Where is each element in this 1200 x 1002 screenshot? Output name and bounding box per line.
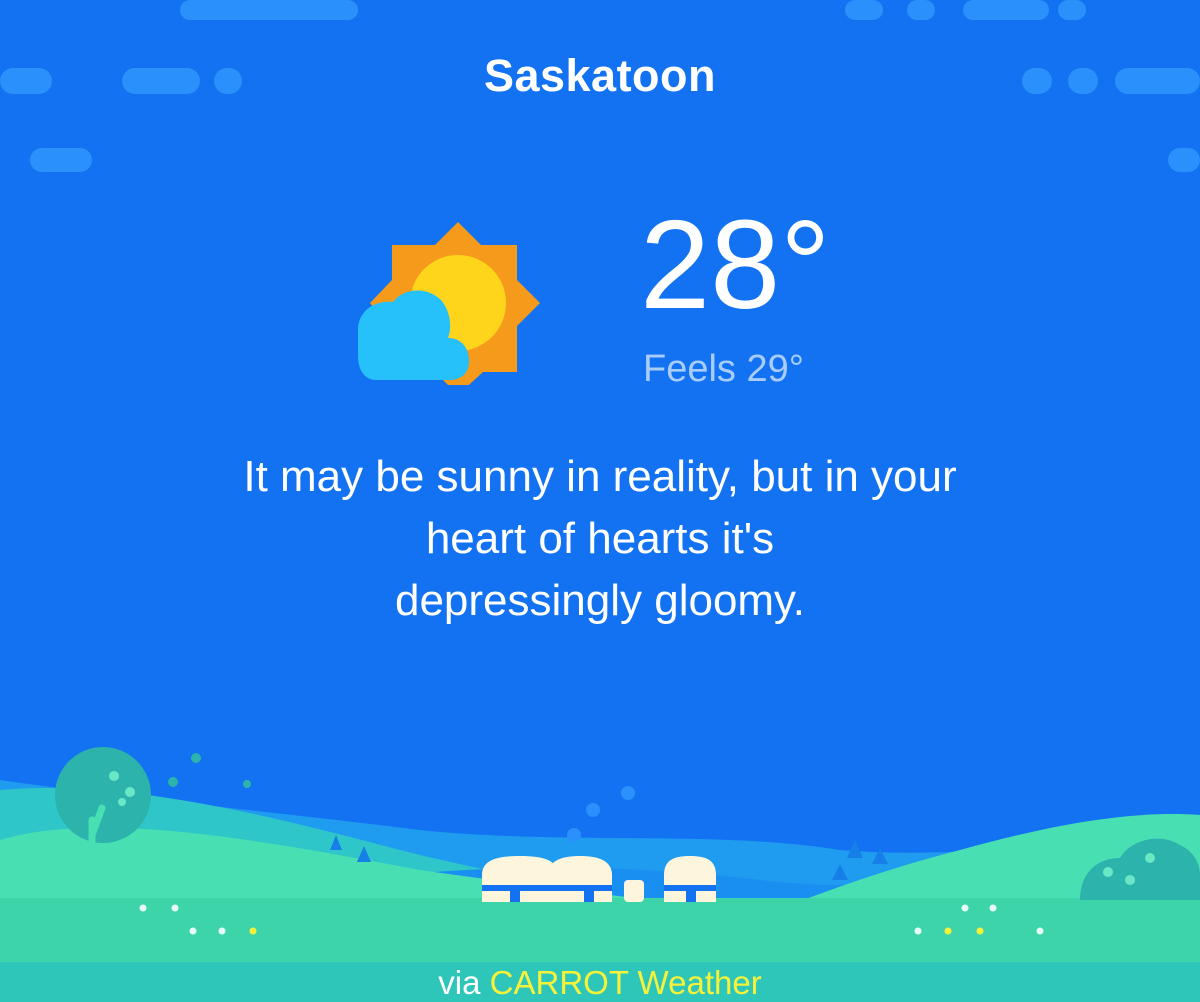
weather-commentary: It may be sunny in reality, but in your … xyxy=(0,446,1200,632)
city-name: Saskatoon xyxy=(483,50,717,101)
partly-sunny-icon xyxy=(358,222,540,385)
sky-streak xyxy=(180,0,358,20)
sky-streak xyxy=(30,148,92,172)
ground xyxy=(0,898,1200,962)
landscape-illustration xyxy=(0,747,1200,962)
tree-canopy xyxy=(55,747,151,843)
attribution-prefix: via xyxy=(438,964,490,1001)
attribution-bar[interactable]: via CARROT Weather xyxy=(0,962,1200,1002)
temperature: 28° xyxy=(640,194,831,335)
commentary-line: heart of hearts it's xyxy=(425,514,775,563)
commentary-line: It may be sunny in reality, but in your xyxy=(243,452,957,501)
commentary-line: depressingly gloomy. xyxy=(394,576,806,625)
attribution-brand[interactable]: CARROT Weather xyxy=(490,964,762,1001)
sky-streak xyxy=(1058,0,1086,20)
sky-streak xyxy=(907,0,935,20)
weather-screen: Saskatoon 28° Feels 29° It may be sunny … xyxy=(0,0,1200,1002)
sky-streak xyxy=(963,0,1049,20)
sky-streak xyxy=(1168,148,1200,172)
feels-like: Feels 29° xyxy=(643,348,804,390)
sky-streak xyxy=(845,0,883,20)
